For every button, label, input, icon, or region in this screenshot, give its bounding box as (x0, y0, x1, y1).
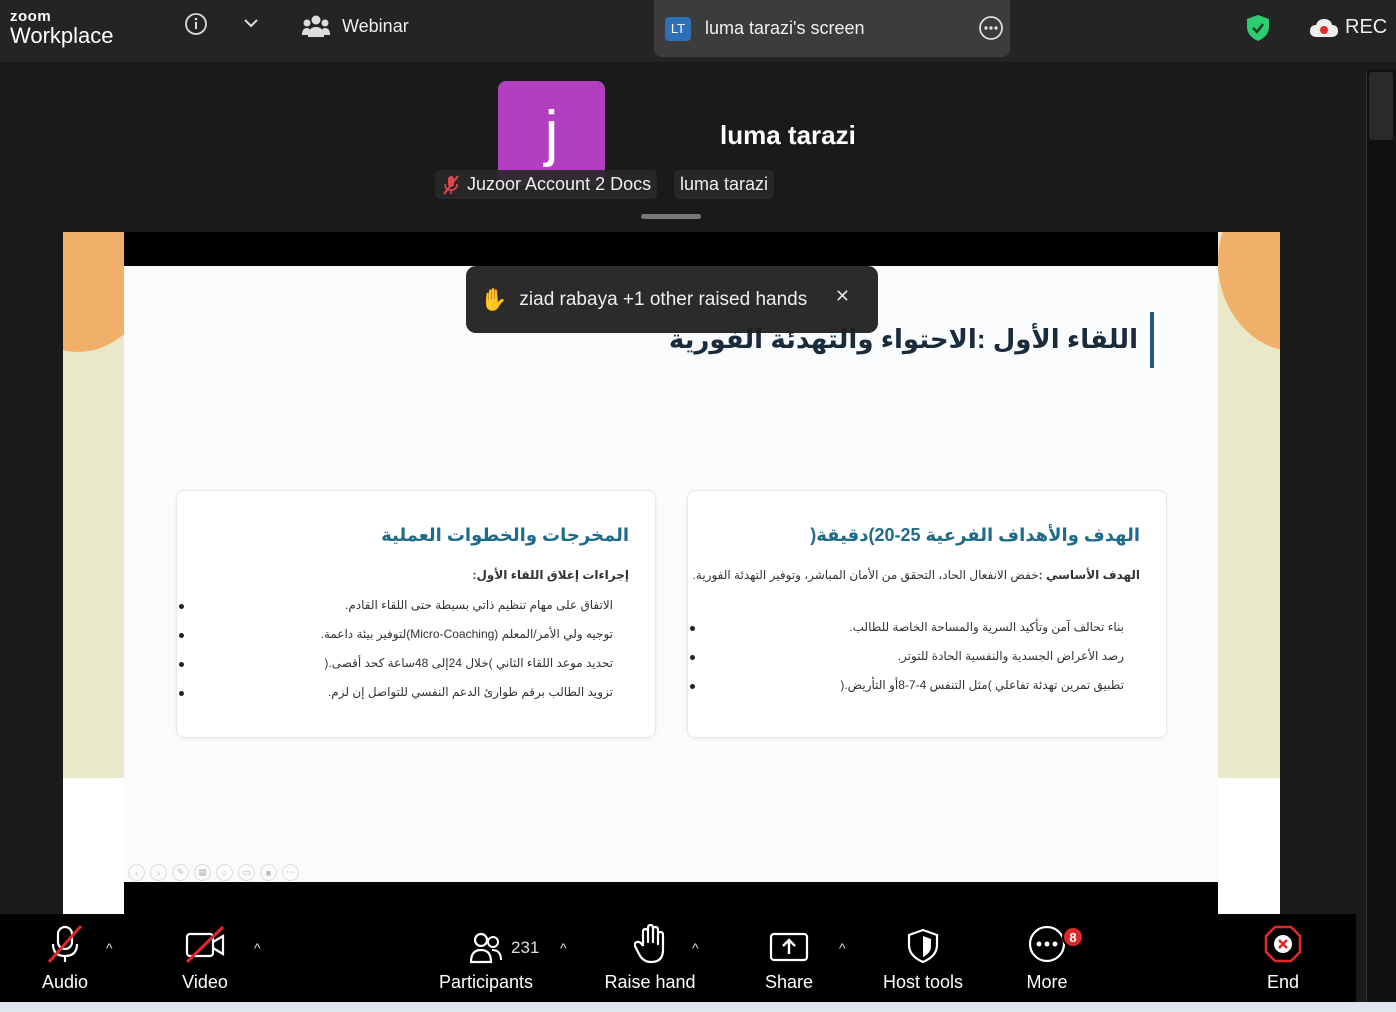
participants-count: 231 (511, 938, 540, 957)
participant-tag[interactable]: luma tarazi (674, 170, 775, 199)
more-icon (1028, 925, 1066, 963)
card-outcomes: المخرجات والخطوات العملية إجراءات إغلاق … (176, 490, 656, 738)
video-off-icon (185, 925, 225, 964)
zoom-logo: zoom Workplace (10, 9, 114, 47)
more-button[interactable]: More (1022, 914, 1072, 1002)
mic-muted-icon (443, 174, 459, 195)
prev-slide-icon[interactable]: ‹ (128, 864, 145, 881)
screen-share-pill[interactable]: LT luma tarazi's screen (654, 0, 1010, 57)
letterbox-top (124, 232, 1218, 266)
list-item: تطبيق تمرين تهدئة تفاعلي )مثل التنفس 4-7… (690, 671, 1124, 700)
active-speaker-name: luma tarazi (720, 120, 856, 150)
info-icon[interactable] (184, 12, 208, 41)
presentation-slide: اللقاء الأول :الاحتواء والتهدئة الفورية … (124, 266, 1218, 882)
hand-icon (634, 924, 665, 964)
more-options-icon[interactable] (978, 15, 1004, 46)
participant-tag-muted-text: Juzoor Account 2 Docs (467, 174, 652, 194)
list-item: الاتفاق على مهام تنظيم ذاتي بسيطة حتى ال… (179, 591, 613, 620)
recording-indicator[interactable]: REC (1309, 16, 1387, 39)
taskbar-edge (0, 1002, 1396, 1012)
card-objectives-lead: الهدف الأساسي :خفض الانفعال الحاد، التحق… (693, 568, 1140, 582)
host-tools-button[interactable]: Host tools (878, 914, 968, 1002)
subtitle-icon[interactable]: ▭ (238, 864, 255, 881)
rec-label: REC (1345, 16, 1388, 38)
people-icon (302, 15, 330, 37)
audio-button[interactable]: Audio (38, 914, 92, 1002)
letterbox-bottom (124, 882, 1218, 914)
list-item: تزويد الطالب برقم طوارئ الدعم النفسي للت… (179, 678, 613, 707)
objectives-list: بناء تحالف آمن وتأكيد السرية والمساحة ال… (690, 613, 1124, 700)
end-call-icon (1264, 925, 1302, 963)
card-objectives-heading: الهدف والأهداف الفرعية 25-20)دقيقة( (810, 525, 1140, 545)
share-options-chevron-icon[interactable]: ^ (839, 940, 846, 956)
next-slide-icon[interactable]: › (150, 864, 167, 881)
card-objectives: الهدف والأهداف الفرعية 25-20)دقيقة( الهد… (687, 490, 1167, 738)
close-icon[interactable]: ✕ (835, 286, 850, 307)
list-item: رصد الأعراض الجسدية والنفسية الحادة للتو… (690, 642, 1124, 671)
sharer-initials-badge: LT (665, 16, 691, 41)
cloud-record-icon (1310, 18, 1338, 37)
participants-options-chevron-icon[interactable]: ^ (560, 940, 567, 956)
outcomes-list: الاتفاق على مهام تنظيم ذاتي بسيطة حتى ال… (179, 591, 613, 707)
shared-screen: اللقاء الأول :الاحتواء والتهدئة الفورية … (63, 232, 1280, 914)
list-item: توجيه ولي الأمر/المعلم (Micro-Coaching)ل… (179, 620, 613, 649)
slide-right-decoration (1218, 232, 1280, 778)
video-button[interactable]: Video (178, 914, 232, 1002)
list-item: بناء تحالف آمن وتأكيد السرية والمساحة ال… (690, 613, 1124, 642)
chevron-down-icon[interactable] (242, 16, 260, 35)
card-outcomes-heading: المخرجات والخطوات العملية (381, 525, 629, 545)
video-options-chevron-icon[interactable]: ^ (254, 940, 261, 956)
end-button[interactable]: End (1262, 914, 1304, 1002)
raised-hand-icon: ✋ (480, 286, 508, 312)
resize-handle[interactable] (641, 214, 701, 219)
zoom-icon[interactable]: ○ (216, 864, 233, 881)
share-button[interactable]: Share (764, 914, 814, 1002)
slide-controls: ‹ › ✎ ▦ ○ ▭ ■ ⋯ (128, 864, 299, 881)
participants-button[interactable]: Participants (436, 914, 536, 1002)
security-shield-icon[interactable] (1246, 14, 1270, 47)
lead-bold: الهدف الأساسي : (1038, 568, 1140, 582)
participants-icon (470, 932, 502, 964)
participant-tag-text: luma tarazi (680, 174, 769, 194)
slide-left-decoration (63, 232, 153, 778)
host-shield-icon (907, 928, 939, 964)
meeting-controls: Audio ^ Video ^ Participants 231 ^ Raise… (0, 914, 1356, 1002)
slides-icon[interactable]: ▦ (194, 864, 211, 881)
list-item: تحديد موعد اللقاء الثاني )خلال 24إلى 48س… (179, 649, 613, 678)
scrollbar-thumb[interactable] (1369, 72, 1393, 140)
right-scrollbar[interactable] (1366, 70, 1396, 1012)
audio-options-chevron-icon[interactable]: ^ (106, 940, 113, 956)
raised-hand-notification: ✋ ziad rabaya +1 other raised hands ✕ (466, 266, 878, 333)
pen-icon[interactable]: ✎ (172, 864, 189, 881)
mic-muted-icon (47, 925, 83, 963)
reactions-chevron-icon[interactable]: ^ (692, 940, 699, 956)
more-notification-badge: 8 (1062, 926, 1084, 948)
raise-hand-button[interactable]: Raise hand (604, 914, 696, 1002)
logo-zoom: zoom (10, 8, 52, 25)
webinar-label[interactable]: Webinar (302, 13, 409, 39)
webinar-text: Webinar (342, 15, 409, 36)
top-bar: zoom Workplace Webinar LT luma tarazi's … (0, 0, 1396, 62)
card-outcomes-lead: إجراءات إغلاق اللقاء الأول: (472, 568, 629, 582)
raised-hand-text: ziad rabaya +1 other raised hands (519, 288, 808, 310)
participant-tag-muted[interactable]: Juzoor Account 2 Docs (435, 170, 658, 199)
screen-share-label: luma tarazi's screen (705, 18, 865, 38)
share-screen-icon (769, 932, 809, 962)
lead-text: خفض الانفعال الحاد، التحقق من الأمان الم… (692, 568, 1039, 582)
slide-more-icon[interactable]: ⋯ (282, 864, 299, 881)
camera-icon[interactable]: ■ (260, 864, 277, 881)
logo-workplace: Workplace (10, 23, 114, 48)
